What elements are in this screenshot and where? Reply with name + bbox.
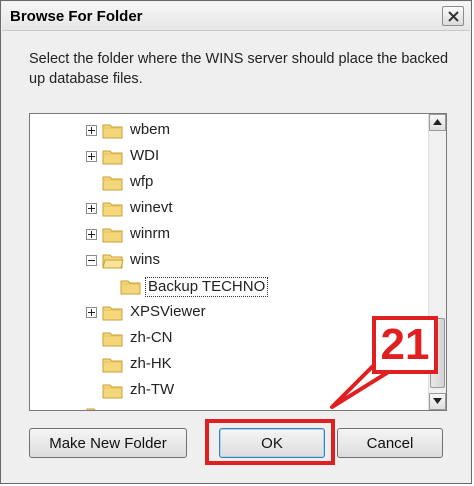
folder-icon <box>102 124 123 139</box>
tree-item-label: zh-CN <box>130 329 173 346</box>
cancel-button[interactable]: Cancel <box>337 428 443 458</box>
folder-open-icon <box>102 254 124 269</box>
close-button[interactable] <box>442 6 464 26</box>
collapse-button[interactable] <box>86 255 97 266</box>
tree-item-label: winrm <box>130 225 170 242</box>
folder-icon <box>120 280 141 295</box>
scroll-up-button[interactable] <box>429 114 446 131</box>
tree-item-winrm[interactable]: winrm <box>30 223 430 245</box>
tree-item-wdi[interactable]: WDI <box>30 145 430 167</box>
tree-item-wins[interactable]: wins <box>30 249 430 271</box>
folder-icon <box>102 306 123 321</box>
minus-icon <box>88 260 95 261</box>
ok-highlight-box <box>205 419 335 465</box>
folder-icon <box>102 176 123 191</box>
plus-icon <box>88 153 95 160</box>
expand-button[interactable] <box>86 125 97 136</box>
tree-item-label: wins <box>130 251 161 268</box>
expand-button[interactable] <box>86 203 97 214</box>
make-new-folder-button[interactable]: Make New Folder <box>29 428 187 458</box>
tree-item-wbem[interactable]: wbem <box>30 119 430 141</box>
folder-icon <box>102 332 123 347</box>
tree-item-backup-techno[interactable]: Backup TECHNO <box>30 275 430 297</box>
instructions-text: Select the folder where the WINS server … <box>29 51 449 87</box>
folder-icon <box>102 358 123 373</box>
plus-icon <box>88 309 95 316</box>
tree-item-label: XPSViewer <box>130 303 206 320</box>
folder-icon <box>102 202 123 217</box>
window-title: Browse For Folder <box>10 8 143 25</box>
tree-item-label-selected: Backup TECHNO <box>145 277 269 297</box>
folder-icon <box>102 150 123 165</box>
expand-button[interactable] <box>86 151 97 162</box>
expand-button[interactable] <box>86 229 97 240</box>
tree-item-label: zh-HK <box>130 355 172 372</box>
tree-item-label: WDI <box>130 147 160 164</box>
folder-icon <box>86 408 96 410</box>
arrow-up-icon <box>433 119 442 125</box>
close-icon <box>448 11 459 22</box>
expand-button[interactable] <box>86 307 97 318</box>
tree-item-label: wbem <box>130 121 171 138</box>
tree-item-label: zh-TW <box>130 381 175 398</box>
tree-item-label: wfp <box>130 173 154 190</box>
plus-icon <box>88 127 95 134</box>
tree-item-label: winevt <box>130 199 173 216</box>
folder-icon <box>102 228 123 243</box>
tree-item-winevt[interactable]: winevt <box>30 197 430 219</box>
step-number-badge: 21 <box>372 316 438 374</box>
plus-icon <box>88 231 95 238</box>
browse-for-folder-dialog: Browse For Folder Select the folder wher… <box>0 0 472 484</box>
tree-item-wfp[interactable]: wfp <box>30 171 430 193</box>
folder-icon <box>102 384 123 399</box>
plus-icon <box>88 205 95 212</box>
title-bar: Browse For Folder <box>2 2 470 31</box>
